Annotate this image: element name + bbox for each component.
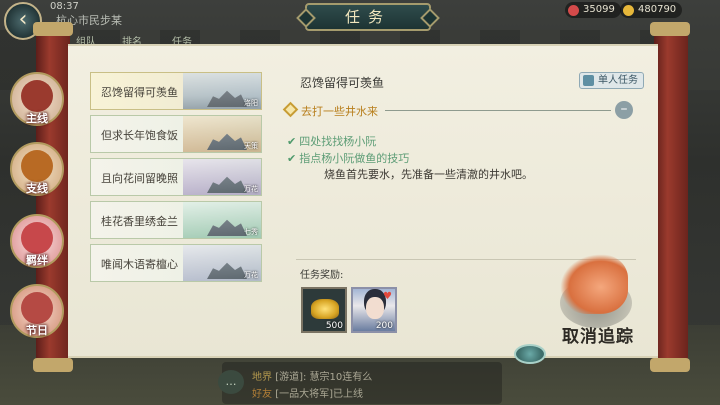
chat-line: 好友 [一品大将军]已上线: [252, 389, 363, 400]
quest-item-1[interactable]: 但求长年饱食饭 天策: [90, 115, 262, 153]
quest-item-2[interactable]: 且向花间留晚照 万花: [90, 158, 262, 196]
arrow-left-icon: ‹: [18, 7, 28, 32]
checkmark-icon: ✔: [287, 152, 297, 165]
chat-line: 地界 [游道]: 慧宗10连有么: [252, 372, 373, 383]
jade-disk-icon: [514, 344, 546, 364]
current-step: 去打一些井水来 –: [282, 101, 635, 119]
quest-item-4[interactable]: 唯闻木语寄檀心 万花: [90, 244, 262, 282]
currency-icon: [568, 5, 579, 16]
tiger-icon: [21, 150, 53, 182]
gold-ingot-icon: [311, 299, 339, 319]
currency-chip-2: 480790: [620, 2, 683, 18]
scroll-cap: [33, 22, 73, 36]
heart-icon: ♥: [383, 291, 392, 302]
scroll-cap: [33, 358, 73, 372]
scroll-ornament: [464, 344, 594, 364]
category-festival[interactable]: 节日: [10, 284, 64, 338]
category-main[interactable]: 主线: [10, 72, 64, 126]
completed-step: ✔ 指点杨小阮做鱼的技巧: [287, 152, 410, 165]
scroll-rod-right: [654, 26, 688, 366]
checkmark-icon: ✔: [287, 135, 297, 148]
quest-detail-title: 忍馋留得可羡鱼: [300, 76, 385, 90]
reward-item-gold[interactable]: 500: [301, 287, 347, 333]
category-bond[interactable]: 羁绊: [10, 214, 64, 268]
dragon-icon: [21, 80, 53, 112]
horse-icon: [560, 254, 628, 314]
clock: 08:37: [50, 1, 79, 12]
lotus-icon: [21, 222, 53, 254]
gold-icon: [623, 5, 634, 16]
person-icon: [583, 75, 594, 86]
diamond-icon: [282, 101, 299, 118]
completed-step: ✔ 四处找找杨小阮: [287, 135, 377, 148]
quest-item-0[interactable]: 忍馋留得可羡鱼 洛阳: [90, 72, 262, 110]
scroll-cap: [650, 22, 690, 36]
quest-item-3[interactable]: 桂花香里绣金兰 七秀: [90, 201, 262, 239]
solo-quest-badge: 单人任务: [579, 72, 644, 89]
currency-chip-1: 35099: [565, 2, 621, 18]
divider: [385, 110, 611, 111]
quest-description: 烧鱼首先要水，先准备一些清澈的井水吧。: [324, 168, 533, 181]
category-side[interactable]: 支线: [10, 142, 64, 196]
fish-icon: [21, 292, 53, 324]
scroll-cap: [650, 358, 690, 372]
reward-item-portrait[interactable]: ♥ 200: [351, 287, 397, 333]
chat-icon[interactable]: …: [218, 370, 244, 394]
reward-label: 任务奖励:: [300, 270, 344, 281]
window-title: 任务: [305, 3, 431, 31]
collapse-button[interactable]: –: [615, 101, 633, 119]
